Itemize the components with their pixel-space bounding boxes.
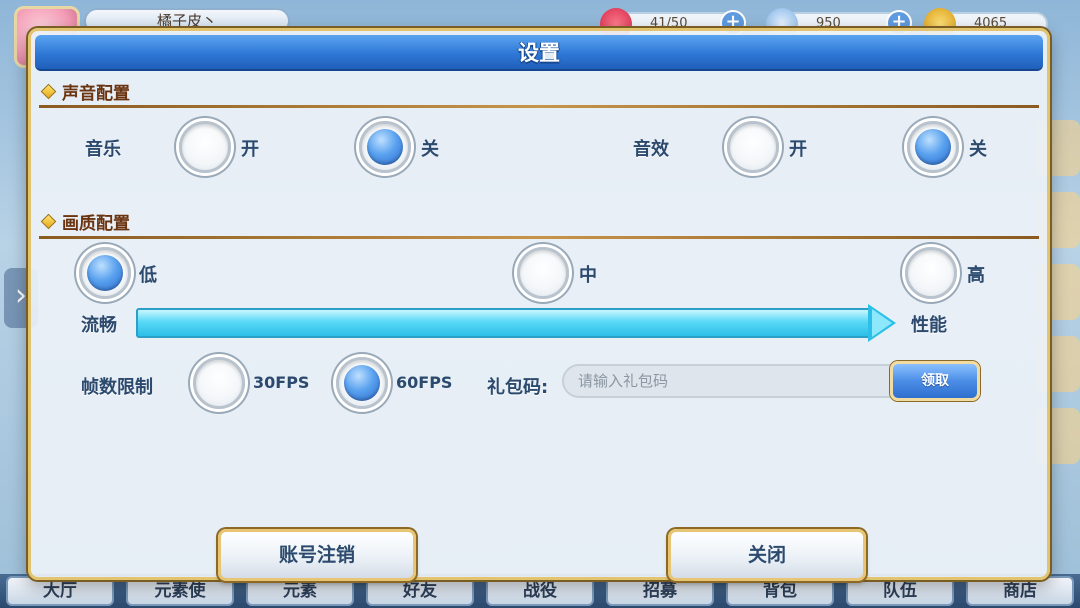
account-logout-button[interactable]: 账号注销	[218, 529, 416, 581]
nav-campaign[interactable]: 战役	[486, 576, 594, 606]
quality-high-label: 高	[967, 265, 985, 286]
fps-30-radio[interactable]	[193, 357, 245, 409]
dialog-title: 设置	[518, 41, 560, 65]
music-off-radio[interactable]	[359, 121, 411, 173]
close-button[interactable]: 关闭	[668, 529, 866, 581]
quality-medium-radio[interactable]	[517, 247, 569, 299]
quality-low-label: 低	[139, 265, 157, 286]
quality-slider-arrow	[136, 304, 896, 342]
sound-section-title: 声音配置	[62, 83, 130, 104]
fps-60-label: 60FPS	[396, 373, 453, 392]
claim-button[interactable]: 领取	[890, 361, 980, 401]
dialog-title-bar: 设置	[35, 35, 1043, 71]
effects-off-label: 关	[969, 139, 987, 160]
arrow-shaft	[136, 308, 872, 338]
effects-on-label: 开	[789, 139, 807, 160]
sound-section-header: 声音配置	[40, 77, 130, 105]
music-on-label: 开	[241, 139, 259, 160]
music-off-label: 关	[421, 139, 439, 160]
music-label: 音乐	[85, 139, 121, 160]
fps-label: 帧数限制	[81, 377, 153, 398]
nav-team[interactable]: 队伍	[846, 576, 954, 606]
music-on-radio[interactable]	[179, 121, 231, 173]
performance-label: 性能	[911, 315, 947, 336]
quality-section-header: 画质配置	[40, 207, 130, 235]
smooth-label: 流畅	[81, 315, 117, 336]
diamond-icon	[40, 213, 57, 229]
gift-code-label: 礼包码:	[487, 377, 549, 398]
effects-label: 音效	[633, 139, 669, 160]
nav-elementalist[interactable]: 元素使	[126, 576, 234, 606]
arrow-head-inner	[872, 309, 892, 337]
section-divider	[39, 236, 1039, 239]
nav-lobby[interactable]: 大厅	[6, 576, 114, 606]
quality-section-title: 画质配置	[62, 213, 130, 234]
effects-off-radio[interactable]	[907, 121, 959, 173]
section-divider	[39, 105, 1039, 108]
gift-code-input[interactable]	[562, 364, 892, 398]
quality-medium-label: 中	[579, 265, 597, 286]
fps-30-label: 30FPS	[253, 373, 310, 392]
quality-low-radio[interactable]	[79, 247, 131, 299]
nav-shop[interactable]: 商店	[966, 576, 1074, 606]
diamond-icon	[40, 83, 57, 99]
fps-60-radio[interactable]	[336, 357, 388, 409]
effects-on-radio[interactable]	[727, 121, 779, 173]
quality-high-radio[interactable]	[905, 247, 957, 299]
